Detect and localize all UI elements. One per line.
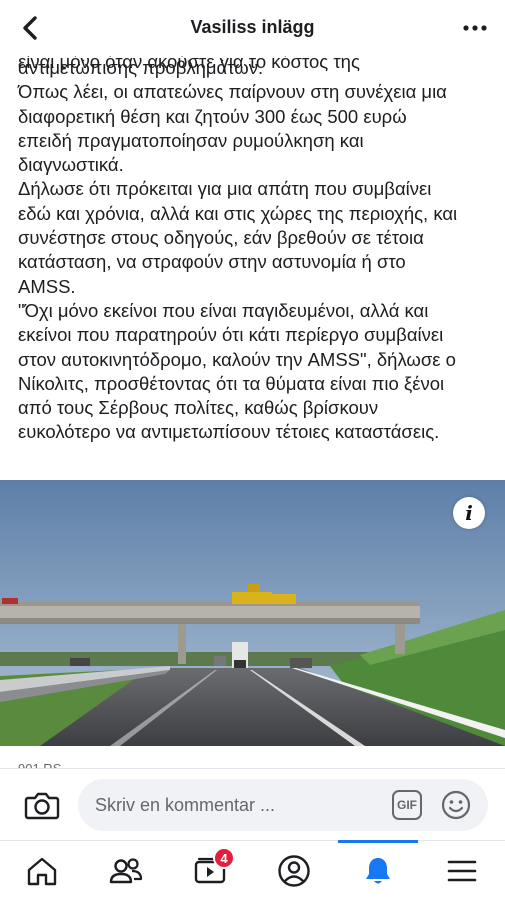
post-text-line: Δήλωσε ότι πρόκειται για μια απάτη που σ…: [18, 178, 432, 200]
image-info-button[interactable]: i: [453, 497, 485, 529]
post-text-line: επειδή πραγματοποίησαν ρυμούλκηση και: [18, 129, 364, 151]
post-text-line: Νίκολιτς, προσθέτοντας ότι τα θύματα είν…: [18, 372, 445, 394]
camera-button[interactable]: [24, 789, 60, 821]
menu-icon: [447, 860, 477, 882]
profile-icon: [278, 855, 310, 887]
friends-icon: [109, 858, 143, 884]
more-dots-icon: [463, 25, 487, 31]
post-text-line: από τους Σέρβους πολίτες, καθώς βρίσκουν: [18, 397, 379, 419]
post-text-line: διαφορετική θέση και ζητούν 300 έως 500 …: [18, 105, 407, 127]
page-title: Vasiliss inlägg: [190, 17, 315, 37]
top-bar: Vasiliss inlägg: [0, 0, 505, 56]
post-text-line: αντιμετώπισης προβλημάτων.: [18, 57, 264, 78]
home-icon: [27, 857, 57, 886]
post-text-line: κατάσταση, να στραφούν στην αστυνομία ή …: [18, 251, 406, 273]
more-options-button[interactable]: [459, 12, 491, 44]
comment-input[interactable]: Skriv en kommentar ... GIF: [78, 779, 488, 831]
post-photo[interactable]: i: [0, 480, 505, 746]
highway-image: [0, 480, 505, 746]
post-text: αντιμετώπισης προβλημάτων. Όπως λέει, οι…: [18, 56, 493, 445]
nav-notifications[interactable]: [336, 840, 420, 900]
comment-bar: Skriv en kommentar ... GIF: [0, 768, 505, 840]
bottom-navigation: 4: [0, 840, 505, 900]
post-text-line: Όπως λέει, οι απατεώνες παίρνουν στη συν…: [18, 81, 447, 103]
post-text-line: διαγνωστικά.: [18, 154, 124, 176]
emoji-button[interactable]: [440, 789, 472, 821]
gif-button[interactable]: GIF: [392, 790, 422, 820]
post-text-line: AMSS.: [18, 275, 76, 297]
post-text-line: συνέστησε στους οδηγούς, εάν βρεθούν σε …: [18, 227, 424, 249]
post-text-line: εκείνοι που παρατηρούν ότι κάτι περίεργο…: [18, 324, 444, 346]
smiley-icon: [441, 790, 471, 820]
nav-watch[interactable]: 4: [168, 841, 252, 900]
comment-placeholder: Skriv en kommentar ...: [95, 795, 276, 815]
camera-icon: [24, 792, 60, 820]
nav-home[interactable]: [0, 841, 84, 900]
post-text-line: "Όχι μόνο εκείνοι που είναι παγιδευμένοι…: [18, 299, 429, 321]
post-text-line: εδώ και χρόνια, αλλά και στις χώρες της …: [18, 202, 458, 224]
post-text-line: ευκολότερο να αντιμετωπίσουν τέτοιες κατ…: [18, 421, 440, 443]
nav-profile[interactable]: [252, 841, 336, 900]
bell-icon: [366, 858, 390, 884]
notification-badge: 4: [213, 847, 235, 869]
nav-friends[interactable]: [84, 841, 168, 900]
post-text-line: στον αυτοκινητόδρομο, καλούν την AMSS", …: [18, 348, 456, 370]
nav-menu[interactable]: [420, 841, 504, 900]
